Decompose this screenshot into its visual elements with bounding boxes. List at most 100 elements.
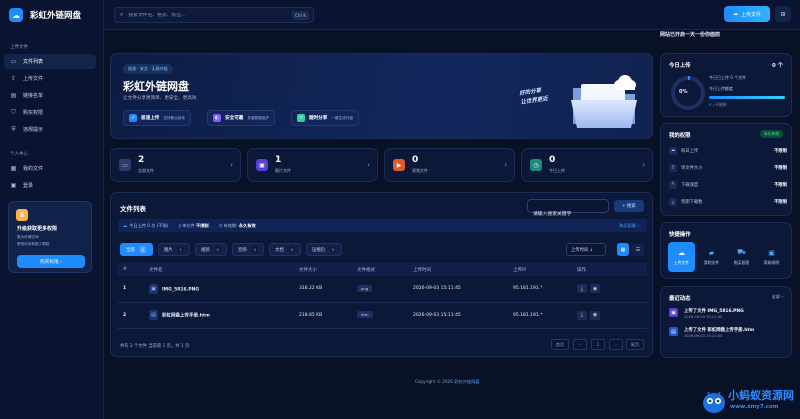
format-badge: htm xyxy=(357,311,373,318)
perm-row: ⤓ 到期下载数 不限制 xyxy=(669,195,787,208)
stat-video-files[interactable]: ▶ 0 视频文件 › xyxy=(384,148,515,182)
quota-info-bar: ☁ 今日上传 0 次 (不限) ▯ 单文件 不限制 ◷ 有效期: 永久有效 购买… xyxy=(118,219,647,232)
format-badge: png xyxy=(357,284,373,292)
hero-subtitle: 让文件分享更简单、更安全、更高效 xyxy=(123,96,197,101)
topbar: ⌕ Ctrl K ☁上传文件 ⊞ xyxy=(104,0,800,30)
view-icon[interactable]: ◉ xyxy=(590,284,600,294)
section-label: 个人中心 xyxy=(10,152,28,157)
chevron-right-icon: › xyxy=(230,161,233,169)
clock-icon: ◷ xyxy=(530,159,542,171)
files-icon: ▦ xyxy=(10,165,17,172)
help-icon: ▣ xyxy=(768,248,775,257)
download-icon: ⤓ xyxy=(669,197,677,206)
file-search-field[interactable] xyxy=(527,199,609,221)
grid-icon: ⊞ xyxy=(780,10,786,18)
list-icon: ☰ xyxy=(635,246,641,253)
sort-select[interactable]: 上传时间 ↓ xyxy=(566,243,606,256)
image-file-icon: ▣ xyxy=(149,283,158,294)
hero-tag: 极速 · 安全 · 无限外链 xyxy=(123,64,173,74)
recent-activity-card: 最近动态 全部 › ▣ 上传了文件 IMG_5816.PNG 2026-09-0… xyxy=(660,286,792,358)
perm-row: ϟ 下载速度 不限制 xyxy=(669,178,787,191)
pager-last[interactable]: 尾页 xyxy=(626,339,644,350)
cloud-icon: ☁ xyxy=(9,8,23,22)
card-title: 快捷操作 xyxy=(669,232,691,238)
pager-next[interactable]: › xyxy=(609,339,623,350)
my-permission-card: 我的权限 永久有效 ☁ 每日上传 不限制 ▯ 单文件大小 不限制 ϟ 下载速度 不限制 ⤓ 到… xyxy=(660,123,792,216)
sidebar-item-upload[interactable]: ⇪ 上传文件 xyxy=(4,71,96,86)
download-icon[interactable]: ⤓ xyxy=(577,284,587,294)
crown-icon: ♛ xyxy=(16,209,28,221)
quick-buy[interactable]: ⛟ 购买权限 xyxy=(728,242,755,272)
upload-button[interactable]: ☁ 上传文件 xyxy=(724,6,770,22)
table-header: # 文件名 文件大小 文件格式 上传时间 上传IP 操作 xyxy=(118,263,647,276)
buy-permission-button[interactable]: 购买权限 › xyxy=(17,255,85,268)
quick-my-files[interactable]: ▰ 我的文件 xyxy=(698,242,725,272)
sidebar: ☁ 彩虹外链网盘 上传文件 ▭ 文件列表 ⇪ 上传文件 ▤ 链接名单 ⛉ 购买权限 ⛨ 违… xyxy=(0,0,104,419)
stat-image-files[interactable]: ▣ 1 图片文件 › xyxy=(247,148,378,182)
video-icon: ▶ xyxy=(393,159,405,171)
today-upload-card: 今日上传 0 个 0% 今日已上传 0 个文件 今日上传额度 0 / 不限制 xyxy=(660,53,792,117)
folder-icon: ▭ xyxy=(119,159,131,171)
feature-fast-upload: ➚ 极速上传 支持断点续传 xyxy=(123,110,191,126)
link-icon: ▤ xyxy=(10,92,17,99)
image-file-icon: ▣ xyxy=(669,308,678,317)
sidebar-item-files[interactable]: ▭ 文件列表 xyxy=(4,54,96,69)
search-icon: ⌕ xyxy=(622,204,625,209)
today-progress-ring xyxy=(671,76,705,110)
search-icon: ⌕ xyxy=(120,11,124,18)
sidebar-item-links[interactable]: ▤ 链接名单 xyxy=(4,88,96,103)
sidebar-item-violation[interactable]: ⛨ 违规提示 xyxy=(4,122,96,137)
global-search[interactable]: ⌕ Ctrl K xyxy=(114,7,314,23)
grid-view-button[interactable]: ▦ xyxy=(617,243,629,256)
cart-icon: ⛟ xyxy=(737,248,746,256)
shortcut-hint: Ctrl K xyxy=(291,11,309,20)
cloud-icon: ☁ xyxy=(669,146,677,155)
watermark: 小蚂蚁资源网 www.xmy7.com xyxy=(700,383,800,419)
table-row[interactable]: 2 ▤ 彩虹网盘上传手册.htm 218.85 KB htm 2026-09-03… xyxy=(118,302,647,329)
stat-all-files[interactable]: ▭ 2 全部文件 › xyxy=(110,148,241,182)
settings-button[interactable]: ⊞ xyxy=(775,6,791,22)
file-icon: ▯ xyxy=(669,163,677,172)
view-icon[interactable]: ◉ xyxy=(590,310,600,320)
filter-archive[interactable]: 压缩包 0 xyxy=(306,243,343,256)
chevron-right-icon: › xyxy=(367,161,370,169)
view-all-link[interactable]: 全部 › xyxy=(772,294,783,300)
folder-icon: ▰ xyxy=(708,248,715,257)
stat-today-upload[interactable]: ◷ 0 今日上传 › xyxy=(521,148,653,182)
validity-badge: 永久有效 xyxy=(759,130,783,138)
pager-prev[interactable]: ‹ xyxy=(573,339,587,350)
today-percent: 0% xyxy=(679,89,688,95)
upload-icon: ☁ xyxy=(678,248,685,257)
file-search-button[interactable]: ⌕ 搜索 xyxy=(614,200,644,212)
pager-first[interactable]: 首页 xyxy=(551,339,569,350)
bolt-icon: ϟ xyxy=(669,180,677,189)
quota-bar xyxy=(709,96,785,99)
activity-text: 上传了文件 彩虹网盘上传手册.htm xyxy=(684,328,755,333)
filter-audio[interactable]: 音频 0 xyxy=(232,243,265,256)
folder-illustration xyxy=(571,75,637,128)
filter-image[interactable]: 图片 1 xyxy=(158,243,191,256)
card-title: 今日上传 xyxy=(669,63,691,69)
table-row[interactable]: 1 ▣ IMG_5816.PNG 316.22 KB png 2026-09-03… xyxy=(118,276,647,303)
promo-title: 升级获取更多权限 xyxy=(17,226,58,232)
pager-page[interactable]: 1 xyxy=(591,339,605,350)
download-icon[interactable]: ⤓ xyxy=(577,310,587,320)
quick-upload[interactable]: ☁ 上传文件 xyxy=(668,242,695,272)
app-logo[interactable]: ☁ 彩虹外链网盘 xyxy=(9,8,81,22)
feature-secure: ◐ 安全可靠 多重数据保护 xyxy=(207,110,275,126)
buy-permission-link[interactable]: 购买权限 › xyxy=(619,223,639,229)
filter-chips: 全部 2 图片 1 视频 0 音频 0 文档 0 压缩包 0 xyxy=(120,243,343,256)
filter-all[interactable]: 全部 2 xyxy=(120,243,153,256)
announcement-marquee: 网站已开启一天一份你面前 xyxy=(660,32,721,38)
activity-text: 上传了文件 IMG_5816.PNG xyxy=(684,309,744,314)
search-input[interactable] xyxy=(128,12,289,18)
sidebar-item-login[interactable]: ▣ 登录 xyxy=(4,178,96,193)
sidebar-item-buy[interactable]: ⛉ 购买权限 xyxy=(4,105,96,120)
activity-time: 2026-09-03 15:11:45 xyxy=(684,315,723,319)
sidebar-item-myfiles[interactable]: ▦ 我的文件 xyxy=(4,161,96,176)
list-view-button[interactable]: ☰ xyxy=(632,243,644,256)
cart-icon: ⛉ xyxy=(11,108,16,116)
quick-help[interactable]: ▣ 帮助说明 xyxy=(758,242,785,272)
filter-video[interactable]: 视频 0 xyxy=(195,243,228,256)
filter-doc[interactable]: 文档 0 xyxy=(269,243,302,256)
